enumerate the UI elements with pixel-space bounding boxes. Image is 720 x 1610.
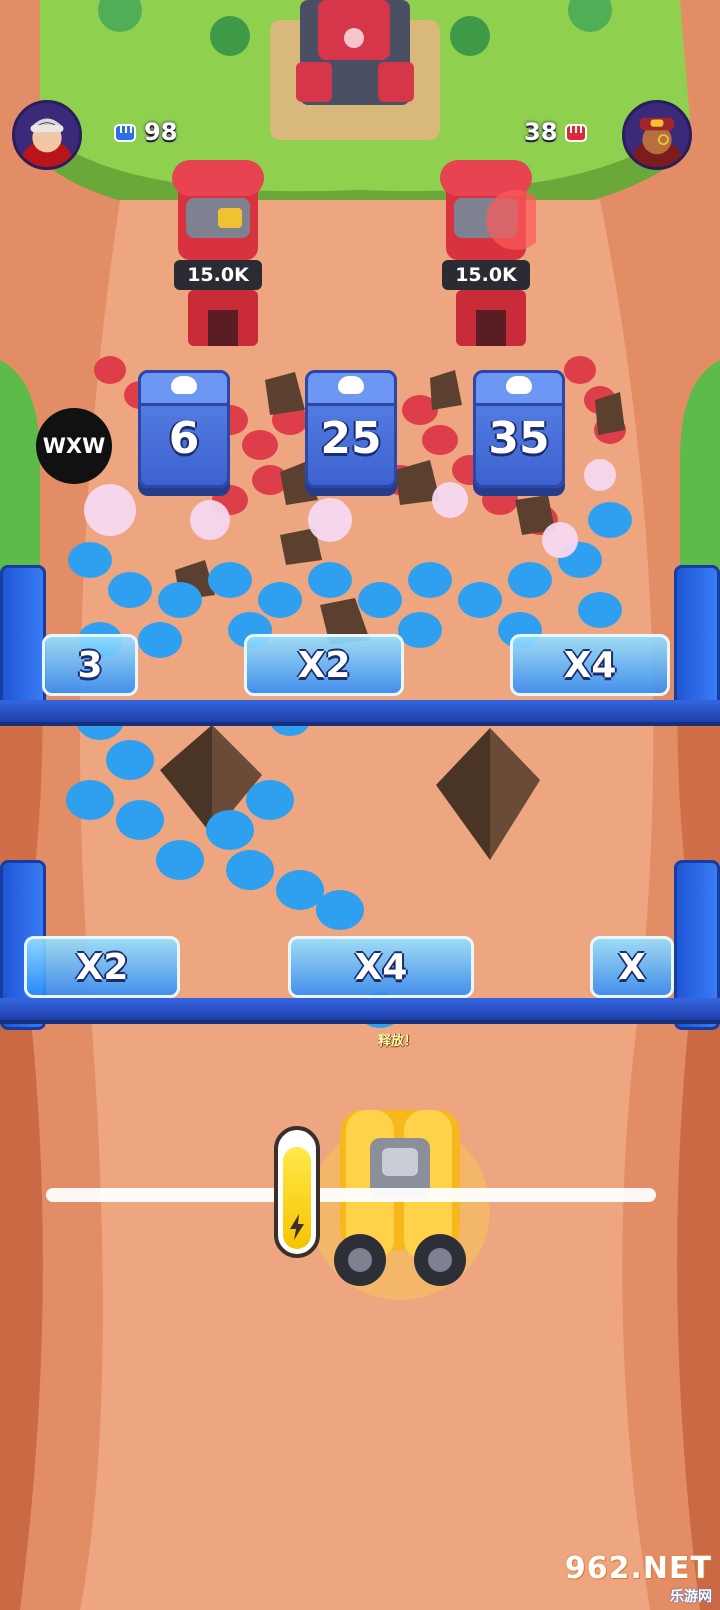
spawn-box: 25	[305, 370, 397, 488]
game-scene: 98 38 15.0K 15.0K 6 25 35 WXW 3 X2 X4 X2…	[0, 0, 720, 1610]
gate-label: 3	[77, 644, 103, 686]
aim-slider-track[interactable]	[46, 1188, 656, 1202]
spawn-box: 6	[138, 370, 230, 488]
multiplier-gate: X4	[288, 936, 474, 998]
spawn-box-count: 35	[488, 413, 550, 464]
enemy-avatar-icon	[622, 100, 692, 170]
ghost-icon	[171, 376, 197, 394]
player-avatar-icon	[12, 100, 82, 170]
gate-label: X	[618, 946, 646, 988]
power-meter-handle[interactable]	[274, 1126, 320, 1258]
tower-hp-label: 15.0K	[174, 260, 262, 290]
gate-label: X4	[563, 644, 617, 686]
ghost-icon	[506, 376, 532, 394]
battlefield-background	[0, 0, 720, 1610]
tower-hp-label: 15.0K	[442, 260, 530, 290]
gate-label: X4	[354, 946, 408, 988]
gate-label: X2	[75, 946, 129, 988]
watermark-sub: 乐游网	[670, 1588, 712, 1605]
spawn-box-lid	[305, 370, 397, 406]
gate-bar-lower	[0, 998, 720, 1020]
spawn-box: 35	[473, 370, 565, 488]
enemy-power-score: 38	[524, 118, 589, 146]
spawn-box-lid	[473, 370, 565, 406]
gate-bar-upper	[0, 700, 720, 722]
multiplier-gate: X4	[510, 634, 670, 696]
player-power-value: 98	[144, 118, 178, 146]
site-watermark: 962.NET 乐游网	[565, 1551, 712, 1605]
release-label: 释放！	[378, 1034, 418, 1049]
enemy-tower-left: 15.0K	[168, 150, 268, 350]
enemy-power-value: 38	[524, 118, 558, 146]
watermark-main: 962.NET	[564, 1550, 712, 1586]
lightning-bolt-icon	[290, 1214, 304, 1240]
multiplier-gate: 3	[42, 634, 138, 696]
gate-label: X2	[297, 644, 351, 686]
multiplier-gate: X2	[24, 936, 180, 998]
spawn-box-count: 25	[320, 413, 382, 464]
multiplier-gate: X	[590, 936, 674, 998]
player-name-badge: WXW	[36, 408, 112, 484]
enemy-tower-right: 15.0K	[436, 150, 546, 350]
player-power-score: 98	[112, 118, 177, 146]
spawn-box-count: 6	[168, 413, 200, 464]
blue-fist-icon	[114, 124, 136, 142]
multiplier-gate: X2	[244, 634, 404, 696]
ghost-icon	[338, 376, 364, 394]
spawn-box-lid	[138, 370, 230, 406]
red-fist-icon	[565, 124, 588, 142]
